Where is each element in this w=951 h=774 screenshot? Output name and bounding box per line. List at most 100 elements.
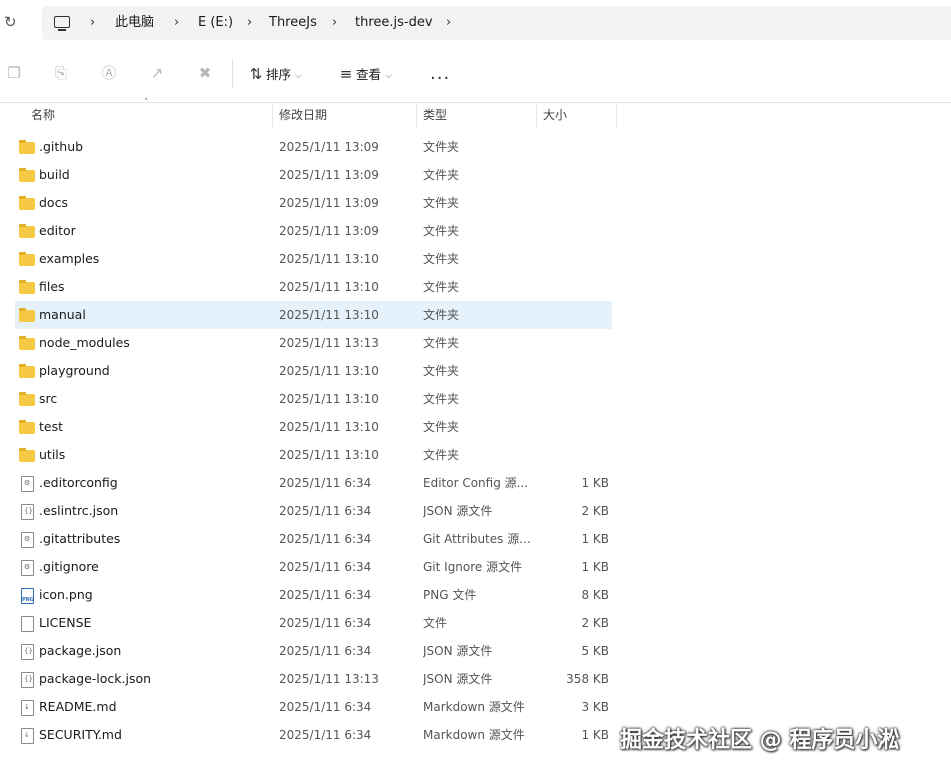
breadcrumb-drive-e[interactable]: E (E:) xyxy=(198,6,233,40)
breadcrumb-three-js-dev[interactable]: three.js-dev xyxy=(355,6,433,40)
sort-button[interactable]: ⇅ 排序 ⌵ xyxy=(246,62,302,86)
json-file-icon: {} xyxy=(21,504,34,520)
computer-icon[interactable] xyxy=(54,16,70,31)
file-modified-date: 2025/1/11 13:09 xyxy=(279,168,379,182)
file-row[interactable]: {} package-lock.json 2025/1/11 13:13 JSON 源… xyxy=(15,665,612,693)
folder-icon xyxy=(19,308,35,322)
more-options-button[interactable]: ... xyxy=(430,62,450,86)
file-modified-date: 2025/1/11 13:13 xyxy=(279,336,379,350)
file-row[interactable]: build 2025/1/11 13:09 文件夹 xyxy=(15,161,612,189)
breadcrumb-threejs[interactable]: ThreeJs xyxy=(269,6,317,40)
delete-icon[interactable]: ✖ xyxy=(196,64,214,82)
file-row[interactable]: {} package.json 2025/1/11 6:34 JSON 源文件 5 KB xyxy=(15,637,612,665)
column-header-date[interactable]: 修改日期 xyxy=(279,102,327,129)
chevron-right-icon[interactable]: › xyxy=(247,6,252,40)
file-type: Markdown 源文件 xyxy=(423,728,525,742)
chevron-right-icon[interactable]: › xyxy=(446,6,451,40)
file-modified-date: 2025/1/11 13:10 xyxy=(279,252,379,266)
file-row[interactable]: editor 2025/1/11 13:09 文件夹 xyxy=(15,217,612,245)
command-bar: ❐ ⎘ Ⓐ ↗ ✖ ⇅ 排序 ⌵ ≡ 查看 ⌵ ... xyxy=(0,46,951,103)
file-size xyxy=(535,329,609,357)
file-type: 文件夹 xyxy=(423,252,460,266)
column-divider[interactable] xyxy=(272,102,273,129)
file-type: 文件夹 xyxy=(423,448,460,462)
file-row[interactable]: .github 2025/1/11 13:09 文件夹 xyxy=(15,133,612,161)
file-row[interactable]: playground 2025/1/11 13:10 文件夹 xyxy=(15,357,612,385)
file-type: Git Ignore 源文件 xyxy=(423,560,523,574)
chevron-down-icon: ⌵ xyxy=(385,70,392,81)
file-type: Git Attributes 源... xyxy=(423,532,531,546)
file-name: examples xyxy=(39,251,100,266)
column-header-row: ˄ 名称 修改日期 类型 大小 xyxy=(0,98,951,129)
file-modified-date: 2025/1/11 6:34 xyxy=(279,700,372,714)
file-type: 文件夹 xyxy=(423,392,460,406)
file-size: 3 KB xyxy=(581,700,609,714)
folder-icon xyxy=(19,364,35,378)
file-modified-date: 2025/1/11 13:09 xyxy=(279,196,379,210)
file-size: 1 KB xyxy=(581,560,609,574)
folder-icon xyxy=(19,168,35,182)
column-header-name[interactable]: 名称 xyxy=(31,102,55,129)
file-row[interactable]: PNG icon.png 2025/1/11 6:34 PNG 文件 8 KB xyxy=(15,581,612,609)
file-name: playground xyxy=(39,363,110,378)
chevron-right-icon[interactable]: › xyxy=(332,6,337,40)
column-divider[interactable] xyxy=(616,102,617,129)
chevron-right-icon[interactable]: › xyxy=(90,6,95,40)
column-header-type[interactable]: 类型 xyxy=(423,102,447,129)
breadcrumb-this-pc[interactable]: 此电脑 xyxy=(115,6,154,40)
file-icon-glyph: ⚙ xyxy=(24,535,31,543)
file-row[interactable]: examples 2025/1/11 13:10 文件夹 xyxy=(15,245,612,273)
share-icon[interactable]: ↗ xyxy=(148,64,166,82)
file-row[interactable]: test 2025/1/11 13:10 文件夹 xyxy=(15,413,612,441)
file-name: SECURITY.md xyxy=(39,727,122,742)
file-modified-date: 2025/1/11 13:10 xyxy=(279,308,379,322)
file-name: src xyxy=(39,391,58,406)
file-type: JSON 源文件 xyxy=(423,644,493,658)
chevron-right-icon[interactable]: › xyxy=(174,6,179,40)
file-icon-glyph: PNG xyxy=(22,597,34,603)
file-size: 358 KB xyxy=(566,672,609,686)
folder-icon xyxy=(19,196,35,210)
file-row[interactable]: ⚙ .gitignore 2025/1/11 6:34 Git Ignore 源文件 1… xyxy=(15,553,612,581)
file-row[interactable]: src 2025/1/11 13:10 文件夹 xyxy=(15,385,612,413)
column-divider[interactable] xyxy=(536,102,537,129)
file-row[interactable]: node_modules 2025/1/11 13:13 文件夹 xyxy=(15,329,612,357)
rename-icon[interactable]: Ⓐ xyxy=(100,64,118,82)
folder-icon xyxy=(19,392,35,406)
file-type: 文件夹 xyxy=(423,280,460,294)
file-name: build xyxy=(39,167,70,182)
file-name: test xyxy=(39,419,64,434)
column-header-size[interactable]: 大小 xyxy=(543,102,567,129)
file-row[interactable]: {} .eslintrc.json 2025/1/11 6:34 JSON 源文件 2 … xyxy=(15,497,612,525)
sort-icon: ⇅ xyxy=(249,65,263,83)
file-row[interactable]: utils 2025/1/11 13:10 文件夹 xyxy=(15,441,612,469)
file-name: node_modules xyxy=(39,335,130,350)
file-row[interactable]: files 2025/1/11 13:10 文件夹 xyxy=(15,273,612,301)
file-size xyxy=(535,217,609,245)
column-divider[interactable] xyxy=(416,102,417,129)
copy-icon[interactable]: ❐ xyxy=(5,64,23,82)
config-file-icon: ⚙ xyxy=(21,560,34,576)
file-row[interactable]: docs 2025/1/11 13:09 文件夹 xyxy=(15,189,612,217)
file-name: README.md xyxy=(39,699,117,714)
paste-icon[interactable]: ⎘ xyxy=(52,64,70,82)
breadcrumb[interactable]: › 此电脑 › E (E:) › ThreeJs › three.js-dev … xyxy=(42,6,951,40)
sort-ascending-icon: ˄ xyxy=(144,98,149,108)
folder-icon xyxy=(19,252,35,266)
file-name: manual xyxy=(39,307,86,322)
folder-icon xyxy=(19,420,35,434)
file-row[interactable]: LICENSE 2025/1/11 6:34 文件 2 KB xyxy=(15,609,612,637)
file-row[interactable]: ↓ SECURITY.md 2025/1/11 6:34 Markdown 源文件 1 … xyxy=(15,721,612,749)
file-row[interactable]: ↓ README.md 2025/1/11 6:34 Markdown 源文件 3 KB xyxy=(15,693,612,721)
file-size xyxy=(535,301,609,329)
file-modified-date: 2025/1/11 6:34 xyxy=(279,476,372,490)
file-row[interactable]: ⚙ .gitattributes 2025/1/11 6:34 Git Attribu… xyxy=(15,525,612,553)
file-row[interactable]: manual 2025/1/11 13:10 文件夹 xyxy=(15,301,612,329)
view-button[interactable]: ≡ 查看 ⌵ xyxy=(336,62,392,86)
file-size: 8 KB xyxy=(581,588,609,602)
file-size: 5 KB xyxy=(581,644,609,658)
refresh-icon[interactable]: ↻ xyxy=(4,13,22,31)
json-file-icon: {} xyxy=(21,644,34,660)
file-icon-glyph: ↓ xyxy=(24,731,30,739)
file-row[interactable]: ⚙ .editorconfig 2025/1/11 6:34 Editor Confi… xyxy=(15,469,612,497)
